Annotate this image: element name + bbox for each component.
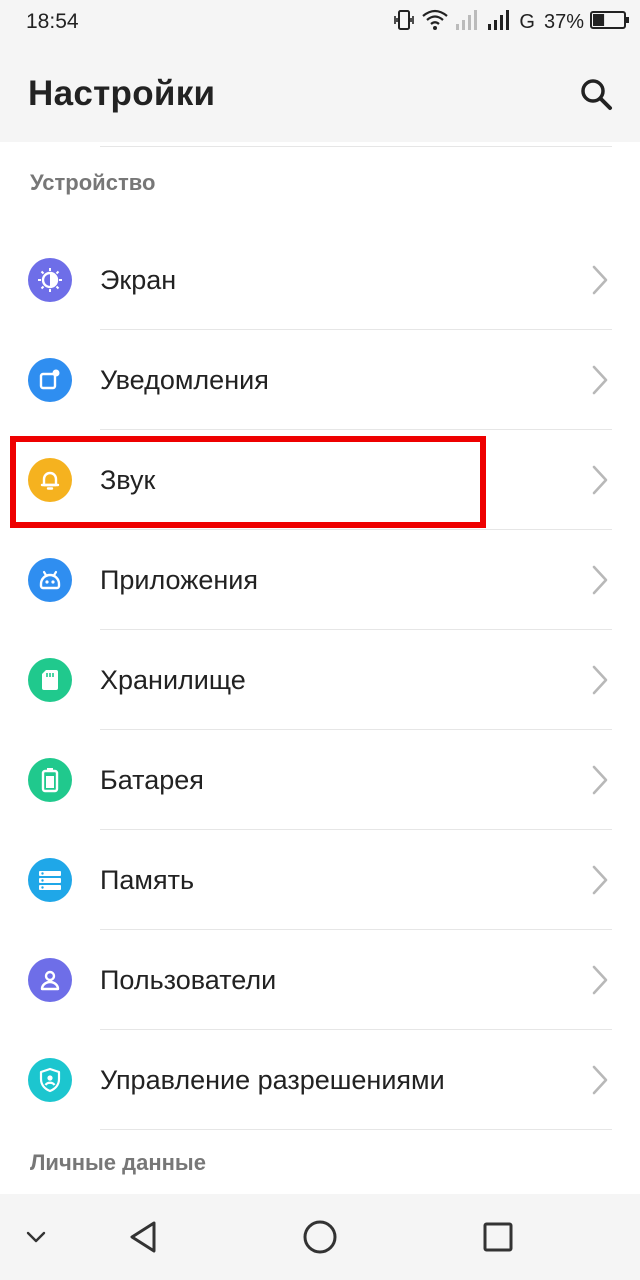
signal-sim2-icon <box>486 8 512 37</box>
status-icons: G 37% <box>392 8 630 36</box>
settings-item-display[interactable]: Экран <box>0 230 640 330</box>
settings-item-label: Уведомления <box>100 365 269 395</box>
chevron-right-icon <box>592 565 608 595</box>
memory-icon <box>28 858 72 902</box>
settings-item-label: Память <box>100 865 195 895</box>
settings-item-label: Экран <box>100 265 177 295</box>
divider <box>100 146 612 147</box>
settings-item-memory[interactable]: Память <box>0 830 640 930</box>
settings-list: Устройство Экран Уведомления Звук Прилож… <box>0 142 640 1194</box>
home-icon <box>303 1220 337 1254</box>
android-apps-icon <box>28 558 72 602</box>
sd-card-icon <box>28 658 72 702</box>
app-bar: Настройки <box>0 44 640 142</box>
vibrate-icon <box>392 8 416 37</box>
recents-button[interactable] <box>472 1194 524 1280</box>
page-title: Настройки <box>28 74 216 113</box>
shield-user-icon <box>28 1058 72 1102</box>
display-brightness-icon <box>28 258 72 302</box>
chevron-right-icon <box>592 965 608 995</box>
settings-item-label: Приложения <box>100 565 258 595</box>
chevron-right-icon <box>592 665 608 695</box>
chevron-right-icon <box>592 865 608 895</box>
highlight-box <box>10 436 486 528</box>
back-icon <box>130 1221 156 1253</box>
chevron-right-icon <box>592 465 608 495</box>
recents-icon <box>483 1222 513 1252</box>
section-header-device: Устройство <box>30 170 156 195</box>
battery-icon <box>28 758 72 802</box>
search-icon <box>581 79 612 110</box>
settings-item-label: Батарея <box>100 765 204 795</box>
chevron-right-icon <box>592 765 608 795</box>
back-button[interactable] <box>118 1194 168 1280</box>
chevron-right-icon <box>592 365 608 395</box>
settings-item-users[interactable]: Пользователи <box>0 930 640 1030</box>
signal-sim1-icon <box>454 8 480 37</box>
navigation-bar <box>0 1194 640 1280</box>
notification-icon <box>28 358 72 402</box>
settings-item-storage[interactable]: Хранилище <box>0 630 640 730</box>
settings-item-permissions[interactable]: Управление разрешениями <box>0 1030 640 1130</box>
home-button[interactable] <box>294 1194 346 1280</box>
section-header-personal: Личные данные <box>30 1150 206 1175</box>
search-button[interactable] <box>574 72 618 116</box>
chevron-right-icon <box>592 1065 608 1095</box>
battery-icon <box>590 10 630 35</box>
collapse-chevron-icon <box>26 1231 46 1243</box>
settings-item-label: Хранилище <box>100 665 246 695</box>
settings-item-notifications[interactable]: Уведомления <box>0 330 640 430</box>
battery-fill <box>593 13 605 26</box>
battery-percent: 37% <box>543 10 584 33</box>
settings-item-label: Управление разрешениями <box>100 1065 445 1095</box>
divider <box>100 1129 612 1130</box>
wifi-icon <box>422 9 449 36</box>
settings-item-label: Пользователи <box>100 965 277 995</box>
settings-item-battery[interactable]: Батарея <box>0 730 640 830</box>
settings-item-apps[interactable]: Приложения <box>0 530 640 630</box>
network-type-label: G <box>519 10 535 33</box>
user-icon <box>28 958 72 1002</box>
status-time: 18:54 <box>26 10 79 33</box>
chevron-right-icon <box>592 265 608 295</box>
status-bar: 18:54 G 37% <box>0 0 640 44</box>
collapse-nav-button[interactable] <box>16 1194 56 1280</box>
